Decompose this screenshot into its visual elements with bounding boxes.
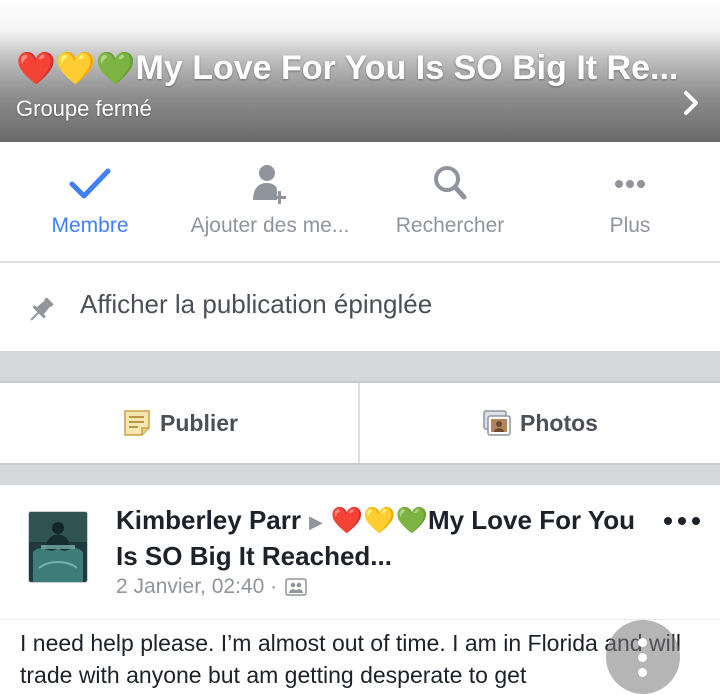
publish-button[interactable]: Publier	[122, 383, 238, 463]
group-privacy-label: Groupe fermé	[16, 96, 152, 121]
post-header: Kimberley Parr ▶ ❤️💛💚My Love For You Is SO…	[116, 503, 661, 573]
post-options-icon[interactable]	[662, 515, 702, 527]
note-icon	[124, 410, 150, 436]
search-label: Rechercher	[395, 214, 505, 237]
add-members-button[interactable]: Ajouter des me...	[180, 142, 360, 261]
group-audience-icon	[285, 578, 307, 596]
post-timestamp[interactable]: 2 Janvier, 02:40 ·	[116, 575, 277, 599]
member-label: Membre	[51, 214, 129, 237]
photos-icon	[483, 410, 511, 436]
triangle-right-icon: ▶	[308, 512, 323, 533]
pin-icon	[30, 297, 54, 321]
publish-label: Publier	[160, 409, 238, 436]
heart-emojis: ❤️💛💚	[16, 50, 136, 86]
add-members-label: Ajouter des me...	[190, 214, 350, 237]
post-timestamp-row: 2 Janvier, 02:40 ·	[116, 575, 307, 599]
section-divider	[0, 351, 720, 383]
group-action-bar: Membre Ajouter des me... Rechercher Plus	[0, 142, 720, 263]
member-button[interactable]: Membre	[0, 142, 180, 261]
add-person-icon	[253, 165, 286, 204]
group-title: ❤️💛💚 My Love For You Is SO Big It Re...	[16, 46, 681, 90]
more-dots-icon	[615, 180, 645, 188]
menu-dot	[638, 653, 647, 662]
search-button[interactable]: Rechercher	[360, 142, 540, 261]
post-group-emojis: ❤️💛💚	[330, 505, 428, 535]
search-icon	[434, 166, 467, 200]
menu-dot	[638, 638, 647, 647]
menu-dot	[638, 668, 647, 677]
check-icon	[69, 168, 111, 199]
floating-menu-button[interactable]	[606, 620, 680, 694]
post-author[interactable]: Kimberley Parr	[116, 505, 301, 535]
photos-button[interactable]: Photos	[482, 383, 598, 463]
more-label: Plus	[609, 214, 651, 237]
composer-divider	[358, 383, 360, 463]
book-cover-image	[29, 512, 87, 582]
chevron-right-icon[interactable]	[676, 88, 706, 118]
post-divider	[0, 619, 720, 620]
photos-label: Photos	[520, 409, 598, 436]
more-button[interactable]: Plus	[540, 142, 720, 261]
pinned-post-label: Afficher la publication épinglée	[80, 289, 433, 319]
avatar[interactable]	[28, 511, 88, 583]
pinned-post-row[interactable]: Afficher la publication épinglée	[0, 263, 720, 351]
group-title-text: My Love For You Is SO Big It Re...	[135, 48, 679, 87]
group-header[interactable]: ❤️💛💚 My Love For You Is SO Big It Re... …	[0, 0, 720, 142]
composer-bar: Publier Photos	[0, 383, 720, 465]
feed-divider	[0, 465, 720, 485]
post-body: I need help please. I’m almost out of ti…	[20, 630, 681, 688]
